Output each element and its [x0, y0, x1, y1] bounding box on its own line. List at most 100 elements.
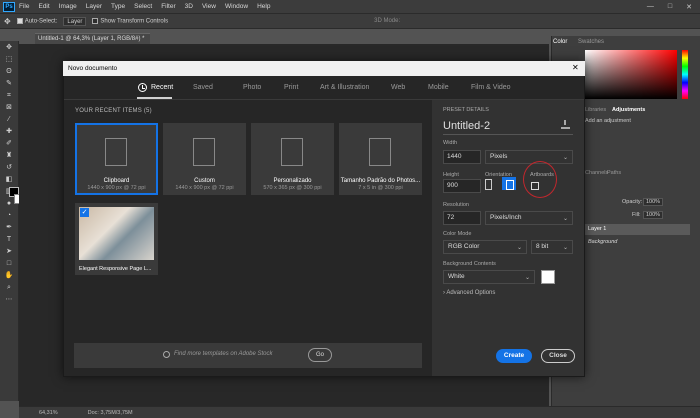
- height-input[interactable]: 900: [443, 179, 481, 193]
- recent-item-name: Elegant Responsive Page L...: [79, 266, 152, 272]
- menu-image[interactable]: Image: [59, 3, 77, 10]
- portrait-orientation-icon[interactable]: [485, 179, 492, 190]
- preset-name-input[interactable]: Untitled-2: [443, 120, 573, 135]
- tab-paths[interactable]: Paths: [607, 170, 621, 176]
- menu-view[interactable]: View: [202, 3, 216, 10]
- menu-3d[interactable]: 3D: [185, 3, 193, 10]
- fill-input[interactable]: 100%: [643, 211, 664, 219]
- auto-select-dropdown[interactable]: Layer: [63, 16, 87, 26]
- create-button[interactable]: Create: [496, 349, 532, 363]
- menu-file[interactable]: File: [19, 3, 29, 10]
- healing-tool-icon[interactable]: ✚: [4, 128, 15, 136]
- menu-type[interactable]: Type: [111, 3, 125, 10]
- chevron-down-icon: ⌄: [562, 216, 568, 222]
- template-thumbnail: [79, 207, 154, 260]
- menu-help[interactable]: Help: [257, 3, 270, 10]
- save-preset-icon[interactable]: [561, 120, 570, 129]
- tab-recent[interactable]: Recent: [151, 84, 173, 91]
- menu-filter[interactable]: Filter: [161, 3, 175, 10]
- menu-window[interactable]: Window: [225, 3, 248, 10]
- marquee-tool-icon[interactable]: ⬚: [4, 56, 15, 64]
- recent-item-dims: 7 x 5 in @ 300 ppi: [358, 185, 403, 191]
- stamp-tool-icon[interactable]: ♜: [4, 152, 15, 160]
- maximize-button[interactable]: □: [668, 3, 672, 11]
- tab-photo[interactable]: Photo: [243, 84, 261, 91]
- color-mode-dropdown[interactable]: RGB Color ⌄: [443, 240, 527, 254]
- color-picker-field[interactable]: [585, 50, 677, 99]
- transform-controls-checkbox[interactable]: Show Transform Controls: [92, 17, 169, 25]
- tab-channels[interactable]: Channels: [585, 170, 608, 176]
- shape-tool-icon[interactable]: □: [4, 260, 15, 268]
- path-select-tool-icon[interactable]: ➤: [4, 248, 15, 256]
- brush-tool-icon[interactable]: ✐: [4, 140, 15, 148]
- bit-depth-dropdown[interactable]: 8 bit ⌄: [531, 240, 573, 254]
- tab-adjustments[interactable]: Adjustments: [612, 107, 645, 113]
- layer-row[interactable]: Background: [585, 237, 690, 248]
- quick-select-tool-icon[interactable]: ✎: [4, 80, 15, 88]
- tab-print[interactable]: Print: [284, 84, 298, 91]
- tab-libraries[interactable]: Libraries: [585, 107, 606, 113]
- move-tool-icon[interactable]: ✥: [4, 44, 15, 52]
- close-button[interactable]: Close: [541, 349, 575, 363]
- check-icon: ✓: [80, 208, 89, 217]
- tab-color[interactable]: Color: [553, 39, 567, 45]
- tab-film-video[interactable]: Film & Video: [471, 84, 511, 91]
- stock-search-input[interactable]: Find more templates on Adobe Stock: [174, 351, 273, 357]
- background-contents-dropdown[interactable]: White ⌄: [443, 270, 535, 284]
- tab-web[interactable]: Web: [391, 84, 405, 91]
- hand-tool-icon[interactable]: ✋: [4, 272, 15, 280]
- tab-saved[interactable]: Saved: [193, 84, 213, 91]
- dialog-close-icon[interactable]: ✕: [572, 63, 579, 72]
- eyedropper-tool-icon[interactable]: ⁄: [4, 116, 15, 124]
- eraser-tool-icon[interactable]: ◧: [4, 176, 15, 184]
- more-tools-icon[interactable]: ⋯: [4, 296, 15, 304]
- move-tool-icon[interactable]: ✥: [4, 17, 11, 26]
- menu-edit[interactable]: Edit: [38, 3, 49, 10]
- window-close-button[interactable]: ✕: [686, 3, 692, 11]
- options-bar: ✥ Auto-Select: Layer Show Transform Cont…: [0, 13, 700, 29]
- blur-tool-icon[interactable]: ●: [4, 200, 15, 208]
- zoom-level[interactable]: 64,31%: [39, 410, 58, 416]
- resolution-unit-value: Pixels/Inch: [490, 214, 522, 221]
- advanced-options-toggle[interactable]: › Advanced Options: [443, 290, 495, 296]
- hue-slider[interactable]: [682, 50, 688, 99]
- tab-mobile[interactable]: Mobile: [428, 84, 449, 91]
- frame-tool-icon[interactable]: ⊠: [4, 104, 15, 112]
- menu-select[interactable]: Select: [134, 3, 152, 10]
- fill-label: Fill:: [632, 212, 641, 218]
- background-color-swatch[interactable]: [541, 270, 555, 284]
- resolution-input[interactable]: 72: [443, 211, 481, 225]
- width-unit-dropdown[interactable]: Pixels ⌄: [485, 150, 573, 164]
- document-icon: [281, 138, 303, 166]
- active-tab-indicator: [137, 97, 172, 99]
- recent-item-dims: 570 x 365 px @ 300 ppi: [263, 185, 322, 191]
- tab-swatches[interactable]: Swatches: [578, 39, 604, 45]
- pen-tool-icon[interactable]: ✒: [4, 224, 15, 232]
- mode-3d-label: 3D Mode:: [374, 18, 401, 24]
- minimize-button[interactable]: —: [647, 3, 654, 11]
- tools-panel: ✥ ⬚ ʘ ✎ ⌗ ⊠ ⁄ ✚ ✐ ♜ ↺ ◧ ▥ ● ◔ ✒ T ➤ □ ✋ …: [0, 41, 19, 401]
- landscape-orientation-icon[interactable]: [502, 177, 516, 190]
- doc-size: Doc: 3,75M/3,75M: [87, 409, 133, 416]
- width-input[interactable]: 1440: [443, 150, 481, 164]
- history-brush-tool-icon[interactable]: ↺: [4, 164, 15, 172]
- document-tab[interactable]: Untitled-1 @ 64,3% (Layer 1, RGB/8#) *: [35, 33, 150, 44]
- zoom-tool-icon[interactable]: ⌕: [4, 284, 15, 292]
- transform-controls-label: Show Transform Controls: [100, 18, 169, 25]
- go-button[interactable]: Go: [308, 348, 332, 362]
- opacity-input[interactable]: 100%: [643, 198, 664, 206]
- menu-layer[interactable]: Layer: [86, 3, 102, 10]
- resolution-unit-dropdown[interactable]: Pixels/Inch ⌄: [485, 211, 573, 225]
- recent-item-dims: 1440 x 900 px @ 72 ppi: [175, 185, 234, 191]
- crop-tool-icon[interactable]: ⌗: [4, 92, 15, 100]
- layer-row[interactable]: Layer 1: [585, 224, 690, 235]
- auto-select-checkbox[interactable]: Auto-Select:: [16, 17, 57, 24]
- width-unit-value: Pixels: [490, 153, 508, 160]
- highlight-annotation-circle: [523, 161, 557, 198]
- tab-art-illustration[interactable]: Art & Illustration: [320, 84, 369, 91]
- dodge-tool-icon[interactable]: ◔: [4, 212, 15, 220]
- lasso-tool-icon[interactable]: ʘ: [4, 68, 15, 76]
- height-label: Height: [443, 172, 459, 178]
- type-tool-icon[interactable]: T: [4, 236, 15, 244]
- recent-item-name: Custom: [194, 178, 215, 184]
